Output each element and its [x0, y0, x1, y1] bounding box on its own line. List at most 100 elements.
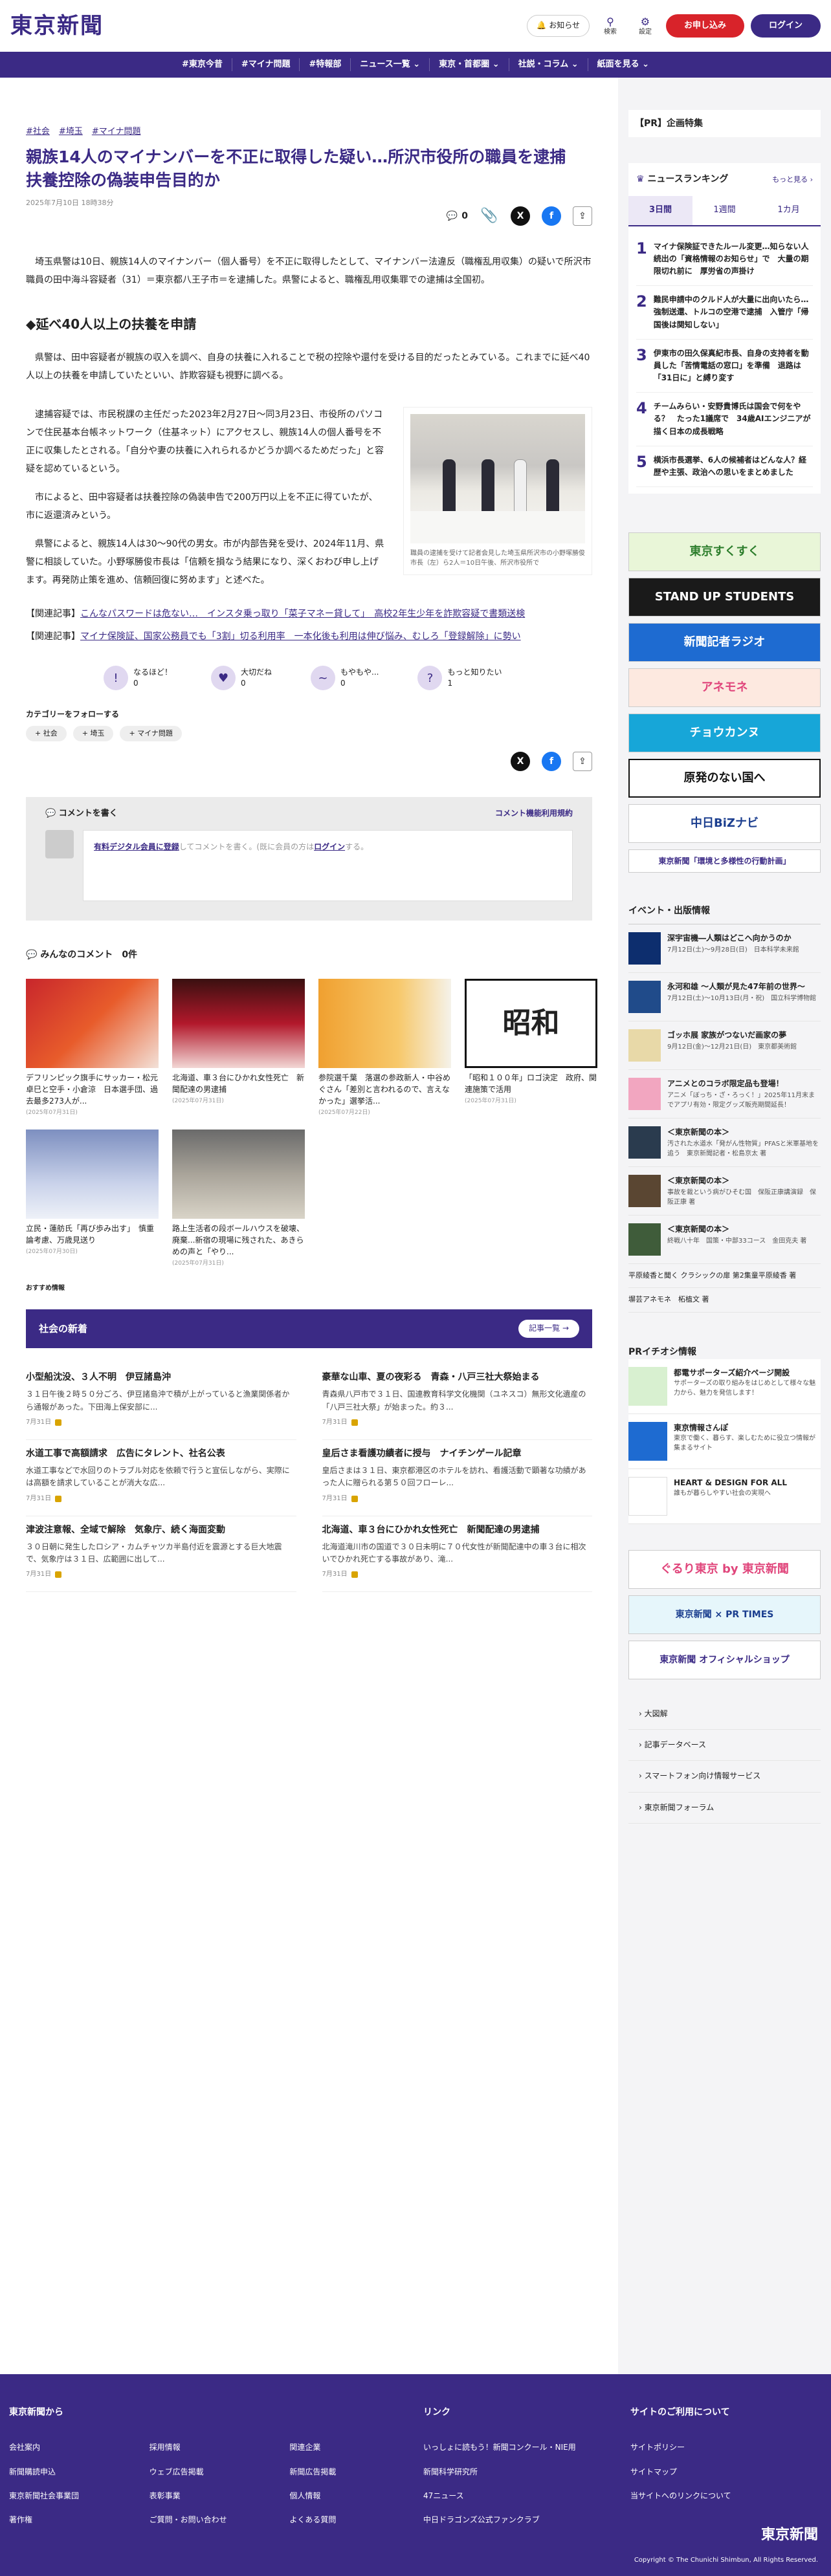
related-article-link[interactable]: こんなパスワードは危ない… インスタ乗っ取り「菜子マネー貸して」 高校2年生少年… — [80, 609, 525, 619]
comment-input[interactable]: 有料デジタル会員に登録してコメントを書く。(既に会員の方はログインする。 — [83, 829, 573, 901]
news-item[interactable]: 皇后さま看護功績者に授与 ナイチンゲール記章 皇后さまは３１日、東京都港区のホテル… — [322, 1440, 592, 1516]
article-card[interactable]: デフリンピック旗手にサッカー・松元卓巳と空手・小倉涼 日本選手団、過去最多273… — [26, 979, 159, 1117]
site-logo[interactable]: 東京新聞 — [10, 8, 104, 43]
nav-item[interactable]: ニュース一覧 ⌄ — [351, 58, 430, 72]
banner-action-plan[interactable]: 東京新聞「環境と多様性の行動計画」 — [628, 849, 821, 873]
footer-link[interactable]: 中日ドラゴンズ公式ファンクラブ — [423, 2514, 630, 2526]
sidebar-link[interactable]: › 記事データベース — [628, 1730, 821, 1762]
nav-item[interactable]: #東京今昔 — [173, 58, 232, 72]
ranking-item[interactable]: 2 難民申請中のクルド人が大量に出向いたら…強制送還、トルコの空港で逮捕 入管庁「… — [636, 286, 813, 340]
nav-item[interactable]: #特報部 — [300, 58, 351, 72]
tag-link[interactable]: #埼玉 — [59, 126, 83, 139]
tab-1month[interactable]: 1カ月 — [757, 196, 821, 225]
footer-link[interactable]: 関連企業 — [289, 2441, 423, 2454]
event-link[interactable]: 塀芸アネモネ 柘植文 著 — [628, 1288, 821, 1313]
comment-rules-link[interactable]: コメント機能利用規約 — [495, 807, 573, 821]
footer-link[interactable]: 個人情報 — [289, 2490, 423, 2502]
tag-link[interactable]: #マイナ問題 — [92, 126, 141, 139]
share-icon[interactable]: ⇪ — [573, 752, 592, 772]
footer-link[interactable]: 採用情報 — [150, 2441, 283, 2454]
search-button[interactable]: ⚲ 検索 — [596, 16, 625, 36]
ranking-item[interactable]: 1 マイナ保険証できたルール変更…知らない人続出の「資格情報のお知らせ」で 大量の… — [636, 233, 813, 287]
article-list-button[interactable]: 記事一覧 → — [518, 1320, 579, 1338]
article-card[interactable]: 北海道、車３台にひかれ女性死亡 新聞配達の男逮捕 (2025年07月31日) — [172, 979, 305, 1117]
event-item[interactable]: ＜東京新聞の本＞ 事故を裁という病がひそむ国 保阪正康講演録 保阪正康 著 — [628, 1167, 821, 1216]
event-item[interactable]: ＜東京新聞の本＞ 終戦八十年 国策・中部33コース 金田克夫 著 — [628, 1216, 821, 1264]
pr-pick-item[interactable]: 都電サポーターズ紹介ページ開設 サポーターズの取り組みをはじめとして様々な魅力から… — [628, 1359, 821, 1414]
tab-1week[interactable]: 1週間 — [692, 196, 757, 225]
banner-official-shop[interactable]: 東京新聞 オフィシャルショップ — [628, 1640, 821, 1679]
pr-pick-item[interactable]: HEART & DESIGN FOR ALL 誰もが暮らしやすい社会の実現へ — [628, 1468, 821, 1524]
footer-link[interactable]: 新聞広告掲載 — [289, 2466, 423, 2478]
event-item[interactable]: 深宇宙機―人類はどこへ向かうのか 7月12日(土)〜9月28日(日) 日本科学未来… — [628, 924, 821, 973]
sidebar-link[interactable]: › 大図解 — [628, 1699, 821, 1730]
facebook-share-icon[interactable]: f — [542, 752, 561, 772]
banner-gururi[interactable]: ぐるり東京 by 東京新聞 — [628, 1549, 821, 1589]
article-figure[interactable]: 職員の逮捕を受けて記者会見した埼玉県所沢市の小野塚勝俊市長（左）ら2人＝10日午… — [403, 406, 592, 575]
event-link[interactable]: 平原綾香と聞く クラシックの扉 第2集童平原綾香 著 — [628, 1264, 821, 1289]
follow-tag-button[interactable]: + 埼玉 — [72, 726, 114, 742]
footer-link[interactable]: サイトマップ — [630, 2466, 818, 2478]
related-article-link[interactable]: マイナ保険証、国家公務員でも「3割」切る利用率 一本化後も利用は伸び悩み、むしろ… — [80, 631, 521, 642]
ranking-item[interactable]: 5 横浜市長選挙、6人の候補者はどんな人？経歴や主張、政治への思いをまとめました — [636, 446, 813, 488]
x-share-icon[interactable]: X — [511, 206, 530, 226]
banner-biz-navi[interactable]: 中日BiZナビ — [628, 804, 821, 844]
news-item[interactable]: 北海道、車３台にひかれ女性死亡 新聞配達の男逮捕 北海道滝川市の国道で３０日未明に… — [322, 1516, 592, 1593]
event-item[interactable]: アニメとのコラボ限定品も登場！ アニメ「ぼっち・ざ・ろっく！」2025年11月末ま… — [628, 1070, 821, 1119]
banner-prtimes[interactable]: 東京新聞 × PR TIMES — [628, 1595, 821, 1634]
login-link[interactable]: ログイン — [314, 842, 345, 851]
footer-link[interactable]: ご質問・お問い合わせ — [150, 2514, 283, 2526]
article-card[interactable]: 参院選千葉 落選の参政新人・中谷めぐさん「差別と言われるので、言えなかった」選挙… — [318, 979, 451, 1117]
event-item[interactable]: 永河和雄 ～人類が見た47年前の世界～ 7月12日(土)〜10月13日(月・祝) … — [628, 973, 821, 1021]
share-icon[interactable]: ⇪ — [573, 206, 592, 226]
sidebar-link[interactable]: › スマートフォン向け情報サービス — [628, 1761, 821, 1793]
event-item[interactable]: ゴッホ展 家族がつないだ画家の夢 9月12日(金)〜12月21日(日) 東京都美術… — [628, 1021, 821, 1070]
footer-link[interactable]: 47ニュース — [423, 2490, 630, 2502]
tab-3days[interactable]: 3日間 — [628, 195, 692, 225]
reaction-button[interactable]: ~ もやもや... 0 — [311, 666, 379, 691]
ranking-item[interactable]: 4 チームみらい・安野貴博氏は国会で何をやる？ たった1議席で 34歳AIエンジニ… — [636, 393, 813, 446]
article-card[interactable]: 立民・蓮舫氏「再び歩み出す」 慎重論考慮、万歳見送り (2025年07月30日) — [26, 1129, 159, 1268]
sidebar-link[interactable]: › 東京新聞フォーラム — [628, 1793, 821, 1824]
event-item[interactable]: ＜東京新聞の本＞ 汚された水道水「発がん性物質」PFASと米軍基地を追う 東京新聞… — [628, 1119, 821, 1167]
nav-item[interactable]: 紙面を見る ⌄ — [588, 58, 658, 72]
ranking-more-link[interactable]: もっと見る › — [772, 174, 813, 186]
news-item[interactable]: 津波注意報、全域で解除 気象庁、続く海面変動 ３０日朝に発生したロシア・カムチャツ… — [26, 1516, 296, 1593]
footer-link[interactable]: 東京新聞社会事業団 — [9, 2490, 143, 2502]
comment-count[interactable]: 💬 0 — [447, 209, 468, 223]
article-card[interactable]: 昭和 「昭和１００年」ロゴ決定 政府、関連施策で活用 (2025年07月31日) — [465, 979, 597, 1117]
news-item[interactable]: 水道工事で高額請求 広告にタレント、社名公表 水道工事などで水回りのトラブル対応を… — [26, 1440, 296, 1516]
banner-choukanu[interactable]: チョウカンヌ — [628, 714, 821, 753]
notice-button[interactable]: 🔔 お知らせ — [527, 15, 590, 37]
banner-no-nuclear[interactable]: 原発のない国へ — [628, 759, 821, 798]
footer-link[interactable]: サイトポリシー — [630, 2441, 818, 2454]
tag-link[interactable]: #社会 — [26, 126, 50, 139]
footer-link[interactable]: 会社案内 — [9, 2441, 143, 2454]
news-item[interactable]: 豪華な山車、夏の夜彩る 青森・八戸三社大祭始まる 青森県八戸市で３１日、国連教育科… — [322, 1364, 592, 1440]
banner-anemone[interactable]: アネモネ — [628, 668, 821, 708]
ranking-item[interactable]: 3 伊東市の田久保真紀市長、自身の支持者を動員した「苦情電話の窓口」を準備 退路は… — [636, 340, 813, 393]
footer-link[interactable]: 著作権 — [9, 2514, 143, 2526]
follow-tag-button[interactable]: + 社会 — [26, 726, 67, 742]
banner-sukusuku[interactable]: 東京すくすく — [628, 532, 821, 572]
banner-stand-up-students[interactable]: STAND UP STUDENTS — [628, 578, 821, 617]
news-item[interactable]: 小型船沈没、３人不明 伊豆諸島沖 ３１日午後２時５０分ごろ、伊豆諸島沖で積が上がっ… — [26, 1364, 296, 1440]
signup-button[interactable]: お申し込み — [665, 14, 744, 38]
reaction-button[interactable]: ♥ 大切だね 0 — [211, 666, 272, 691]
facebook-share-icon[interactable]: f — [542, 206, 561, 226]
follow-tag-button[interactable]: + マイナ問題 — [120, 726, 182, 742]
nav-item[interactable]: 東京・首都圏 ⌄ — [430, 58, 509, 72]
nav-item[interactable]: #マイナ問題 — [232, 58, 300, 72]
register-link[interactable]: 有料デジタル会員に登録 — [94, 842, 179, 851]
x-share-icon[interactable]: X — [511, 752, 530, 772]
footer-link[interactable]: 新聞科学研究所 — [423, 2466, 630, 2478]
login-button[interactable]: ログイン — [750, 14, 821, 38]
article-card[interactable]: 路上生活者の段ボールハウスを破壊、廃棄...新宿の現場に残された、あきらめの声と… — [172, 1129, 305, 1268]
footer-link[interactable]: 新聞購読申込 — [9, 2466, 143, 2478]
footer-link[interactable]: ウェブ広告掲載 — [150, 2466, 283, 2478]
pr-pick-item[interactable]: 東京情報さんぽ 東京で働く、暮らす、楽しむために役立つ情報が集まるサイト — [628, 1414, 821, 1469]
footer-link[interactable]: よくある質問 — [289, 2514, 423, 2526]
nav-item[interactable]: 社説・コラム ⌄ — [509, 58, 588, 72]
banner-radio[interactable]: 新聞記者ラジオ — [628, 623, 821, 662]
footer-link[interactable]: いっしょに読もう！新聞コンクール・NIE用 — [423, 2441, 630, 2454]
